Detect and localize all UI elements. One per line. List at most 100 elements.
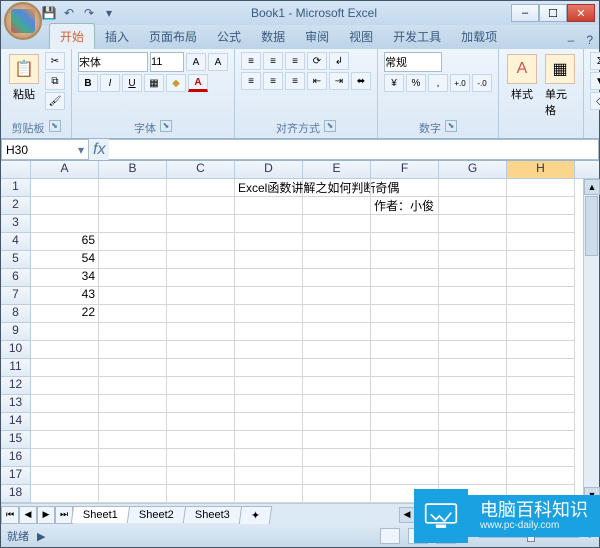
cell-C12[interactable]: [167, 377, 235, 395]
cell-A3[interactable]: [31, 215, 99, 233]
cell-C1[interactable]: [167, 179, 235, 197]
row-header-10[interactable]: 10: [1, 341, 31, 359]
cells-button[interactable]: ▦ 单元格: [543, 52, 577, 120]
cell-D7[interactable]: [235, 287, 303, 305]
cell-H5[interactable]: [507, 251, 575, 269]
cell-B1[interactable]: [99, 179, 167, 197]
cell-F4[interactable]: [371, 233, 439, 251]
cell-G17[interactable]: [439, 467, 507, 485]
ribbon-minimize-button[interactable]: –: [562, 31, 581, 49]
tab-home[interactable]: 开始: [49, 23, 95, 49]
qa-customize-icon[interactable]: ▾: [101, 5, 117, 21]
cell-F13[interactable]: [371, 395, 439, 413]
cell-G8[interactable]: [439, 305, 507, 323]
cell-E13[interactable]: [303, 395, 371, 413]
cell-D16[interactable]: [235, 449, 303, 467]
cell-C11[interactable]: [167, 359, 235, 377]
align-right-button[interactable]: ≡: [285, 72, 305, 90]
cell-G7[interactable]: [439, 287, 507, 305]
cell-F11[interactable]: [371, 359, 439, 377]
border-button[interactable]: ▦: [144, 74, 164, 92]
cell-F5[interactable]: [371, 251, 439, 269]
cell-B7[interactable]: [99, 287, 167, 305]
cell-F17[interactable]: [371, 467, 439, 485]
cell-C14[interactable]: [167, 413, 235, 431]
decrease-decimal-button[interactable]: -.0: [472, 74, 492, 92]
cell-C4[interactable]: [167, 233, 235, 251]
paste-button[interactable]: 📋 粘贴: [7, 52, 41, 104]
cut-button[interactable]: ✂: [45, 52, 65, 70]
sheet-tab-3[interactable]: Sheet3: [183, 506, 242, 523]
select-all-corner[interactable]: [1, 161, 31, 178]
cell-E14[interactable]: [303, 413, 371, 431]
cell-B3[interactable]: [99, 215, 167, 233]
cell-D3[interactable]: [235, 215, 303, 233]
cell-G12[interactable]: [439, 377, 507, 395]
qa-save-icon[interactable]: 💾: [41, 5, 57, 21]
row-header-14[interactable]: 14: [1, 413, 31, 431]
cell-B17[interactable]: [99, 467, 167, 485]
cell-A5[interactable]: 54: [31, 251, 99, 269]
cell-H2[interactable]: [507, 197, 575, 215]
fill-button[interactable]: ▼: [590, 72, 600, 90]
cell-D13[interactable]: [235, 395, 303, 413]
row-header-6[interactable]: 6: [1, 269, 31, 287]
cell-A15[interactable]: [31, 431, 99, 449]
cell-E7[interactable]: [303, 287, 371, 305]
tab-developer[interactable]: 开发工具: [383, 24, 451, 49]
cell-A14[interactable]: [31, 413, 99, 431]
cell-E12[interactable]: [303, 377, 371, 395]
font-name-combo[interactable]: [78, 52, 148, 72]
cell-D12[interactable]: [235, 377, 303, 395]
cell-C18[interactable]: [167, 485, 235, 503]
column-header-F[interactable]: F: [371, 161, 439, 178]
cell-D6[interactable]: [235, 269, 303, 287]
sheet-tab-new[interactable]: ✦: [238, 506, 272, 524]
cell-B5[interactable]: [99, 251, 167, 269]
cell-H10[interactable]: [507, 341, 575, 359]
cell-A7[interactable]: 43: [31, 287, 99, 305]
cell-A8[interactable]: 22: [31, 305, 99, 323]
cell-C2[interactable]: [167, 197, 235, 215]
cell-E3[interactable]: [303, 215, 371, 233]
cell-C15[interactable]: [167, 431, 235, 449]
cell-H15[interactable]: [507, 431, 575, 449]
alignment-launcher[interactable]: ⬊: [324, 120, 336, 132]
orientation-button[interactable]: ⟳: [307, 52, 327, 70]
cell-D10[interactable]: [235, 341, 303, 359]
cell-H12[interactable]: [507, 377, 575, 395]
clipboard-launcher[interactable]: ⬊: [49, 120, 61, 132]
cell-G15[interactable]: [439, 431, 507, 449]
cell-D14[interactable]: [235, 413, 303, 431]
cell-C9[interactable]: [167, 323, 235, 341]
column-header-D[interactable]: D: [235, 161, 303, 178]
cell-D4[interactable]: [235, 233, 303, 251]
qa-redo-icon[interactable]: ↷: [81, 5, 97, 21]
row-header-11[interactable]: 11: [1, 359, 31, 377]
row-header-18[interactable]: 18: [1, 485, 31, 503]
autosum-button[interactable]: Σ: [590, 52, 600, 70]
help-button[interactable]: ?: [580, 31, 599, 49]
cell-A16[interactable]: [31, 449, 99, 467]
tab-insert[interactable]: 插入: [95, 24, 139, 49]
cell-G3[interactable]: [439, 215, 507, 233]
cell-A6[interactable]: 34: [31, 269, 99, 287]
cell-C16[interactable]: [167, 449, 235, 467]
cell-E6[interactable]: [303, 269, 371, 287]
cell-B8[interactable]: [99, 305, 167, 323]
cell-H9[interactable]: [507, 323, 575, 341]
cell-D8[interactable]: [235, 305, 303, 323]
cell-B6[interactable]: [99, 269, 167, 287]
column-header-H[interactable]: H: [507, 161, 575, 178]
column-header-G[interactable]: G: [439, 161, 507, 178]
sheet-tab-1[interactable]: Sheet1: [71, 506, 130, 523]
column-header-A[interactable]: A: [31, 161, 99, 178]
cell-G14[interactable]: [439, 413, 507, 431]
clear-button[interactable]: ◇: [590, 92, 600, 110]
sheet-tab-2[interactable]: Sheet2: [127, 506, 186, 523]
cell-E17[interactable]: [303, 467, 371, 485]
wrap-text-button[interactable]: ↲: [329, 52, 349, 70]
row-header-4[interactable]: 4: [1, 233, 31, 251]
cell-E11[interactable]: [303, 359, 371, 377]
cell-B10[interactable]: [99, 341, 167, 359]
